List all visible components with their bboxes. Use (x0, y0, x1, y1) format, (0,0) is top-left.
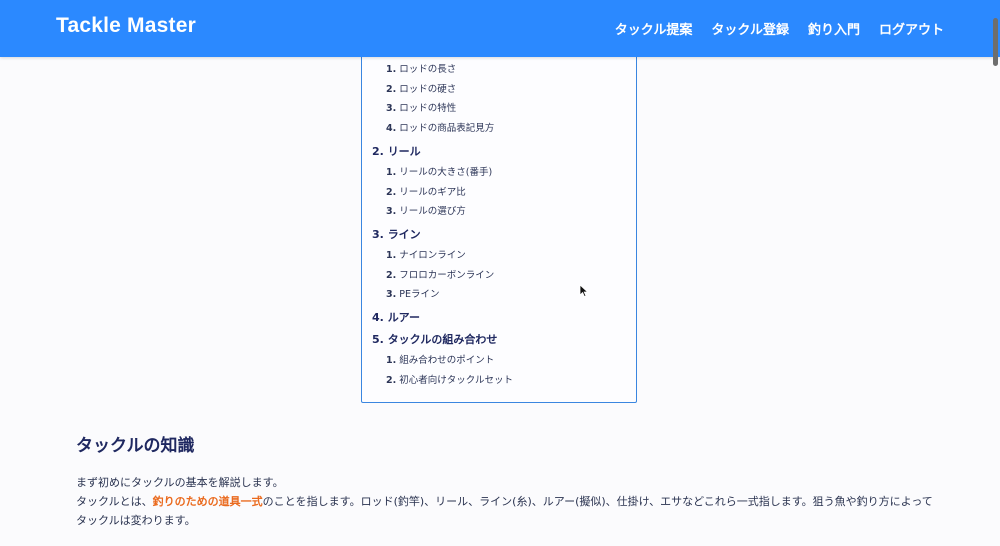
toc-item-number: 3. (386, 103, 397, 114)
toc-item-number: 1. (386, 64, 397, 75)
toc-item-label[interactable]: リールの大きさ(番手) (399, 167, 492, 178)
toc-item-label[interactable]: ロッドの商品表記見方 (399, 123, 494, 134)
brand-logo[interactable]: Tackle Master (56, 14, 196, 38)
toc-item-rod-traits[interactable]: 3. ロッドの特性 (386, 100, 456, 114)
toc-section-number: 3. (372, 228, 384, 241)
toc-item-label[interactable]: ロッドの硬さ (399, 84, 456, 95)
top-navbar: Tackle Master タックル提案 タックル登録 釣り入門 ログアウト (0, 0, 1000, 57)
toc-section-label[interactable]: リール (388, 145, 421, 158)
toc-item-reel-gear[interactable]: 2. リールのギア比 (386, 184, 466, 198)
toc-item-number: 2. (386, 187, 397, 198)
toc-section-label[interactable]: タックルの組み合わせ (388, 333, 498, 346)
toc-item-label[interactable]: リールのギア比 (399, 187, 466, 198)
toc-item-label[interactable]: 組み合わせのポイント (399, 355, 494, 366)
toc-item-nylon[interactable]: 1. ナイロンライン (386, 247, 466, 261)
toc-item-number: 3. (386, 289, 397, 300)
nav-menu: タックル提案 タックル登録 釣り入門 ログアウト (615, 19, 944, 38)
toc-section-reel[interactable]: 2. リール (372, 143, 421, 159)
toc-item-beginner-set[interactable]: 2. 初心者向けタックルセット (386, 372, 513, 386)
toc-item-rod-hardness[interactable]: 2. ロッドの硬さ (386, 81, 456, 95)
toc-section-label[interactable]: ライン (388, 228, 421, 241)
toc-item-number: 2. (386, 270, 397, 281)
toc-item-label[interactable]: 初心者向けタックルセット (399, 375, 513, 386)
toc-item-number: 1. (386, 167, 397, 178)
toc-section-lure[interactable]: 4. ルアー (372, 309, 420, 325)
page-scrollbar[interactable] (990, 0, 1000, 546)
nav-logout[interactable]: ログアウト (879, 19, 944, 38)
toc-item-number: 4. (386, 123, 397, 134)
toc-item-label[interactable]: リールの選び方 (399, 206, 466, 217)
scrollbar-thumb[interactable] (993, 18, 998, 66)
table-of-contents: 1. ロッドの長さ 2. ロッドの硬さ 3. ロッドの特性 4. ロッドの商品表… (361, 40, 637, 403)
toc-section-number: 5. (372, 333, 384, 346)
toc-item-label[interactable]: ロッドの長さ (399, 64, 456, 75)
toc-section-number: 2. (372, 145, 384, 158)
toc-item-number: 1. (386, 355, 397, 366)
body-text: タックルとは、釣りのための道具一式のことを指します。ロッド(釣竿)、リール、ライ… (76, 492, 938, 530)
nav-tackle-suggest[interactable]: タックル提案 (615, 19, 693, 38)
toc-item-number: 1. (386, 250, 397, 261)
toc-section-line[interactable]: 3. ライン (372, 226, 421, 242)
toc-item-label[interactable]: ロッドの特性 (399, 103, 456, 114)
toc-section-label[interactable]: ルアー (388, 311, 420, 324)
toc-item-number: 2. (386, 84, 397, 95)
toc-item-number: 2. (386, 375, 397, 386)
nav-tackle-register[interactable]: タックル登録 (711, 19, 789, 38)
toc-item-pe-line[interactable]: 3. PEライン (386, 286, 440, 300)
toc-item-fluorocarbon[interactable]: 2. フロロカーボンライン (386, 267, 494, 281)
toc-item-reel-size[interactable]: 1. リールの大きさ(番手) (386, 164, 492, 178)
toc-item-number: 3. (386, 206, 397, 217)
toc-section-number: 4. (372, 311, 384, 324)
section-heading: タックルの知識 (76, 436, 195, 456)
toc-item-rod-label-guide[interactable]: 4. ロッドの商品表記見方 (386, 120, 494, 134)
toc-item-label[interactable]: PEライン (399, 289, 439, 300)
article-paragraph: まず初めにタックルの基本を解説します。 タックルとは、釣りのための道具一式のこと… (76, 473, 938, 530)
toc-item-label[interactable]: フロロカーボンライン (399, 270, 494, 281)
intro-text: まず初めにタックルの基本を解説します。 (76, 476, 284, 489)
body-text-start: タックルとは、 (76, 495, 153, 508)
nav-fishing-intro[interactable]: 釣り入門 (808, 19, 860, 38)
highlight-text: 釣りのための道具一式 (152, 495, 263, 508)
article-section: タックルの知識 まず初めにタックルの基本を解説します。 タックルとは、釣りのため… (76, 431, 936, 530)
toc-item-label[interactable]: ナイロンライン (399, 250, 466, 261)
toc-item-rod-length[interactable]: 1. ロッドの長さ (386, 61, 456, 75)
toc-item-reel-choose[interactable]: 3. リールの選び方 (386, 203, 466, 217)
mouse-pointer-icon (579, 284, 589, 298)
toc-section-combination[interactable]: 5. タックルの組み合わせ (372, 331, 497, 347)
toc-item-combo-points[interactable]: 1. 組み合わせのポイント (386, 352, 494, 366)
